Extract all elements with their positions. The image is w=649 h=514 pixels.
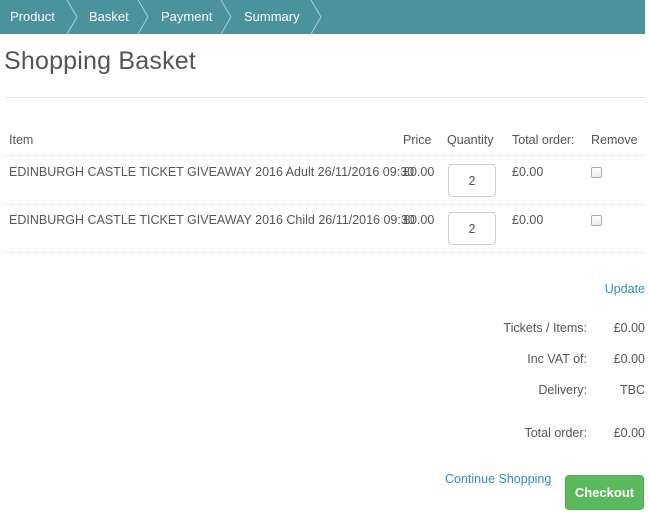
item-price: £0.00 (403, 213, 435, 227)
checkout-steps-bar: Product Basket Payment Summary (0, 0, 645, 34)
remove-checkbox[interactable] (591, 215, 602, 226)
item-total: £0.00 (512, 165, 544, 179)
page-title: Shopping Basket (4, 47, 197, 75)
item-name: EDINBURGH CASTLE TICKET GIVEAWAY 2016 Ch… (9, 213, 415, 227)
step-summary[interactable]: Summary (244, 0, 300, 34)
quantity-input[interactable] (448, 164, 496, 197)
step-product[interactable]: Product (10, 0, 55, 34)
tickets-items-value: £0.00 (613, 321, 645, 335)
item-name: EDINBURGH CASTLE TICKET GIVEAWAY 2016 Ad… (9, 165, 415, 179)
delivery-label: Delivery: (538, 383, 587, 397)
checkout-button[interactable]: Checkout (565, 475, 644, 510)
basket-page: Product Basket Payment Summary Shopping … (0, 0, 649, 514)
chevron-separator-icon (310, 0, 322, 34)
column-header-quantity: Quantity (447, 133, 494, 147)
remove-checkbox[interactable] (591, 167, 602, 178)
chevron-separator-icon (220, 0, 232, 34)
total-order-label: Total order: (524, 426, 587, 440)
column-header-total: Total order: (512, 133, 575, 147)
row-divider (4, 155, 645, 156)
row-divider (4, 204, 645, 205)
item-total: £0.00 (512, 213, 544, 227)
row-divider (4, 252, 645, 253)
quantity-input[interactable] (448, 212, 496, 245)
title-divider (4, 97, 645, 98)
total-order-value: £0.00 (613, 426, 645, 440)
step-payment[interactable]: Payment (161, 0, 212, 34)
column-header-remove: Remove (591, 133, 638, 147)
continue-shopping-link[interactable]: Continue Shopping (445, 472, 551, 486)
tickets-items-label: Tickets / Items: (503, 321, 587, 335)
inc-vat-value: £0.00 (613, 352, 645, 366)
inc-vat-label: Inc VAT of: (527, 352, 587, 366)
chevron-separator-icon (137, 0, 149, 34)
update-link[interactable]: Update (605, 282, 645, 296)
step-basket[interactable]: Basket (89, 0, 129, 34)
column-header-item: Item (9, 133, 34, 147)
column-header-price: Price (403, 133, 432, 147)
delivery-value: TBC (620, 383, 645, 397)
item-price: £0.00 (403, 165, 435, 179)
chevron-separator-icon (66, 0, 78, 34)
